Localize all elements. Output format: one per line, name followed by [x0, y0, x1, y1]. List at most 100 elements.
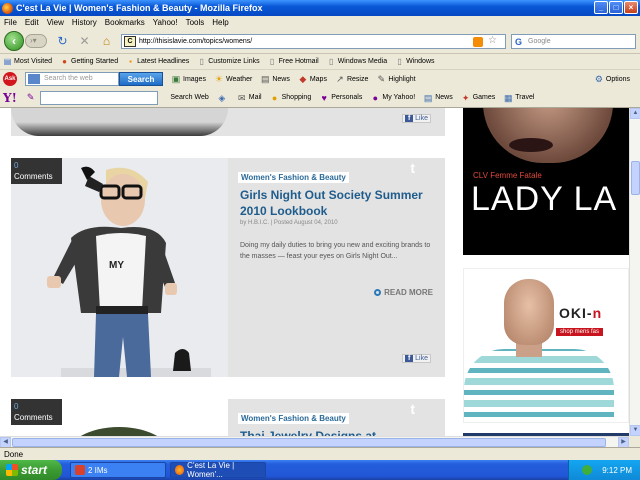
yahoo-games[interactable]: ✦ Games	[461, 93, 495, 103]
yahoo-search-input[interactable]	[40, 90, 159, 105]
rss-small-icon: ▪	[129, 57, 133, 66]
post-title[interactable]: Girls Night Out Society Summer 2010 Look…	[240, 187, 440, 219]
start-label: start	[21, 463, 48, 477]
yahoo-shield[interactable]: ◈	[217, 93, 229, 103]
comments-count-tag[interactable]: 0 Comments	[11, 158, 62, 184]
forward-button[interactable]: ›▾	[25, 34, 47, 48]
yahoo-travel[interactable]: ▦ Travel	[503, 93, 534, 103]
back-button[interactable]: ‹	[4, 31, 24, 51]
yahoo-search-web-label: Search Web	[170, 94, 209, 101]
horizontal-scroll-thumb[interactable]	[12, 438, 606, 447]
post-info: Women's Fashion & Beauty t Thai Jewelry …	[228, 399, 445, 436]
menu-help[interactable]: Help	[212, 18, 228, 27]
bookmark-latest-headlines[interactable]: ▪ Latest Headlines	[126, 57, 189, 66]
facebook-like-button[interactable]: f Like	[402, 354, 431, 363]
taskbar-item-label: C'est La Vie | Women'...	[187, 461, 235, 479]
status-text: Done	[4, 450, 24, 459]
post-photo[interactable]: MY 0 Comments	[11, 158, 228, 377]
ask-item-label: Maps	[309, 75, 327, 83]
bookmark-windows[interactable]: ▯ Windows	[395, 57, 434, 66]
close-button[interactable]: ×	[624, 1, 638, 14]
twitter-icon[interactable]: t	[410, 160, 415, 176]
comments-label: Comments	[14, 413, 53, 422]
facebook-like-button[interactable]: f Like	[402, 114, 431, 123]
menu-edit[interactable]: Edit	[25, 18, 39, 27]
network-icon[interactable]	[582, 465, 593, 475]
ask-resize[interactable]: ↗ Resize	[335, 74, 368, 84]
scrollbar-corner	[629, 436, 640, 447]
taskbar-item-firefox[interactable]: C'est La Vie | Women'...	[170, 461, 266, 479]
ad-banner-oki-ni[interactable]: OKI-n shop mens fas	[463, 268, 629, 423]
vertical-scroll-thumb[interactable]	[631, 161, 640, 195]
bookmark-star-icon[interactable]: ☆	[488, 35, 497, 46]
menu-yahoo[interactable]: Yahoo!	[153, 18, 178, 27]
pencil-icon[interactable]: ✎	[27, 92, 35, 103]
post-info: Women's Fashion & Beauty t Girls Night O…	[228, 158, 445, 377]
post-category[interactable]: Women's Fashion & Beauty	[238, 172, 349, 183]
bookmarks-toolbar: ▤ Most Visited ● Getting Started ▪ Latest H…	[0, 54, 640, 69]
maximize-button[interactable]: □	[609, 1, 623, 14]
maps-icon: ◆	[299, 74, 307, 84]
twitter-icon[interactable]: t	[410, 401, 415, 417]
reload-icon[interactable]: ↻	[56, 35, 69, 48]
clock[interactable]: 9:12 PM	[602, 466, 632, 475]
ask-maps[interactable]: ◆ Maps	[298, 74, 327, 84]
menu-tools[interactable]: Tools	[186, 18, 205, 27]
ask-search-input[interactable]: Search the web	[25, 72, 119, 86]
ask-logo[interactable]: Ask	[3, 72, 17, 86]
post-category[interactable]: Women's Fashion & Beauty	[238, 413, 349, 424]
address-bar[interactable]: C http://thisislavie.com/topics/womens/ …	[121, 34, 506, 49]
yahoo-shopping[interactable]: ● Shopping	[270, 93, 312, 103]
ad-banner-lady-la[interactable]: CLV Femme Fatale LADY LA	[463, 108, 629, 255]
menu-history[interactable]: History	[72, 18, 97, 27]
scroll-down-arrow-icon[interactable]: ▼	[630, 425, 640, 436]
menu-file[interactable]: File	[4, 18, 17, 27]
ask-search-button[interactable]: Search	[119, 72, 163, 86]
menu-view[interactable]: View	[47, 18, 64, 27]
yahoo-search-web[interactable]: Search Web	[170, 94, 208, 101]
search-engine-box[interactable]: G Google	[511, 34, 636, 49]
bookmark-free-hotmail[interactable]: ▯ Free Hotmail	[268, 57, 319, 66]
ask-images[interactable]: ▣ Images	[171, 74, 206, 84]
taskbar-item-ims[interactable]: 2 IMs	[70, 462, 166, 478]
comments-count-tag[interactable]: 0 Comments	[11, 399, 62, 425]
highlight-icon: ✎	[377, 74, 386, 84]
ask-item-label: Images	[183, 75, 206, 83]
yahoo-toolbar: Y! ✎ Search Web ◈ ✉ Mail ● Shopping ♥ Perso…	[0, 88, 640, 108]
bookmark-getting-started[interactable]: ● Getting Started	[60, 57, 118, 66]
post-title[interactable]: Thai Jewelry Designs at	[240, 428, 440, 436]
url-text[interactable]: http://thisislavie.com/topics/womens/	[139, 38, 252, 45]
stop-icon[interactable]: ✕	[78, 35, 91, 48]
ask-options[interactable]: ⚙ Options	[594, 74, 630, 84]
start-button[interactable]: start	[0, 460, 62, 480]
post-photo[interactable]: 0 Comments	[11, 399, 228, 436]
ask-weather[interactable]: ☀ Weather	[214, 74, 252, 84]
read-more-link[interactable]: READ MORE	[374, 288, 433, 297]
scroll-up-arrow-icon[interactable]: ▲	[630, 108, 640, 119]
window-controls: _ □ ×	[594, 1, 638, 14]
yahoo-item-label: Shopping	[281, 94, 312, 101]
horizontal-scrollbar[interactable]: ◀ ▶	[0, 436, 629, 448]
ask-options-label: Options	[605, 75, 630, 83]
yahoo-logo[interactable]: Y!	[3, 91, 17, 105]
ad-brand-logo: OKI-n	[559, 305, 602, 321]
google-icon[interactable]: G	[515, 37, 522, 47]
rss-icon[interactable]	[473, 37, 483, 47]
facebook-icon: f	[405, 115, 414, 122]
yahoo-news[interactable]: ▤ News	[423, 93, 453, 103]
minimize-button[interactable]: _	[594, 1, 608, 14]
bookmark-most-visited[interactable]: ▤ Most Visited	[3, 57, 52, 66]
home-icon[interactable]: ⌂	[100, 35, 113, 48]
ask-highlight[interactable]: ✎ Highlight	[376, 74, 416, 84]
news-icon: ▤	[423, 92, 433, 103]
yahoo-mail[interactable]: ✉ Mail	[237, 93, 262, 103]
yahoo-my-yahoo[interactable]: ● My Yahoo!	[370, 93, 416, 103]
bookmark-customize-links[interactable]: ▯ Customize Links	[197, 57, 260, 66]
ask-news[interactable]: ▤ News	[260, 74, 290, 84]
bookmark-windows-media[interactable]: ▯ Windows Media	[327, 57, 387, 66]
vertical-scrollbar[interactable]: ▲ ▼	[629, 108, 640, 436]
post-photo[interactable]	[11, 108, 228, 136]
menu-bookmarks[interactable]: Bookmarks	[105, 18, 145, 27]
bookmark-label: Free Hotmail	[278, 58, 319, 65]
yahoo-personals[interactable]: ♥ Personals	[319, 93, 363, 103]
